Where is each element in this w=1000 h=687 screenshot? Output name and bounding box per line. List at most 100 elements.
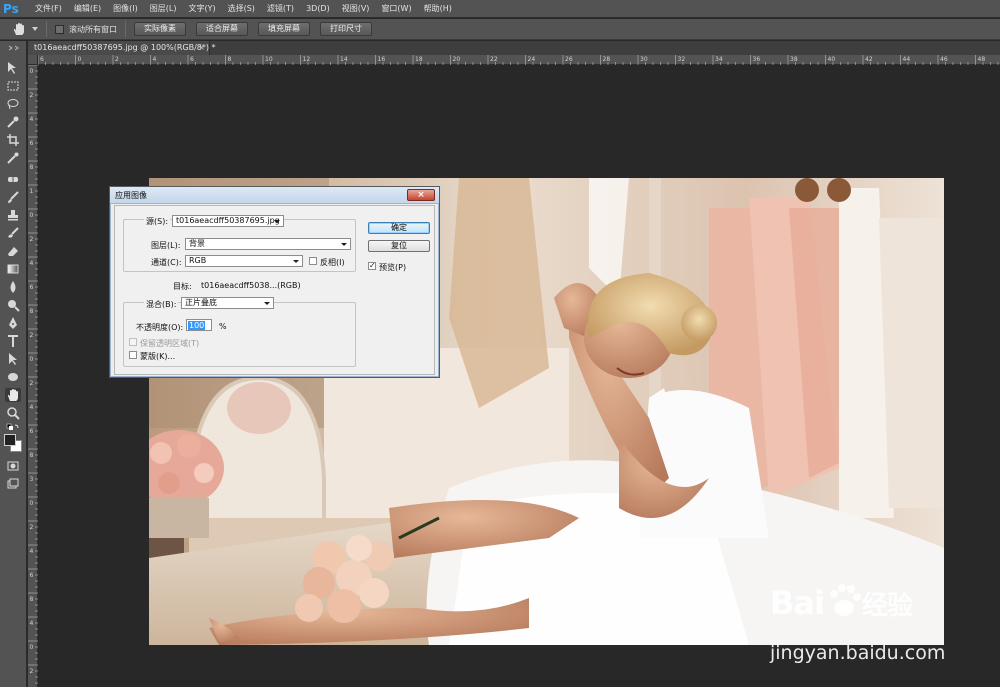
ruler-horizontal[interactable]: 6 0 2 4 6 8 10 12 14 16 18 20 22 24 26 28 30 32 34 36 38 40 42… bbox=[38, 55, 1000, 65]
menu-view[interactable]: 视图(V) bbox=[336, 0, 376, 18]
preview-checkbox[interactable] bbox=[368, 261, 376, 270]
blending-dropdown[interactable]: 正片叠底 bbox=[181, 297, 274, 309]
quick-selection-tool-icon[interactable] bbox=[5, 115, 21, 129]
chevron-down-icon bbox=[274, 220, 280, 223]
healing-brush-tool-icon[interactable] bbox=[5, 172, 21, 186]
source-value: t016aeacdff50387695.jpg bbox=[176, 216, 280, 225]
menu-3d[interactable]: 3D(D) bbox=[300, 0, 336, 18]
toolbox bbox=[0, 41, 27, 687]
screen-mode-icon[interactable] bbox=[5, 477, 21, 491]
menu-type[interactable]: 文字(Y) bbox=[182, 0, 221, 18]
brush-tool-icon[interactable] bbox=[5, 190, 21, 204]
menu-filter[interactable]: 滤镜(T) bbox=[261, 0, 300, 18]
photoshop-logo: Ps bbox=[3, 1, 19, 16]
ruler-tick-label: 2 bbox=[115, 56, 119, 63]
color-swatches[interactable] bbox=[3, 433, 23, 453]
blur-tool-icon[interactable] bbox=[5, 280, 21, 294]
history-brush-tool-icon[interactable] bbox=[5, 226, 21, 240]
ruler-tick-label: 42 bbox=[865, 56, 873, 63]
ruler-tick-label: 8 bbox=[30, 308, 34, 315]
dodge-tool-icon[interactable] bbox=[5, 298, 21, 312]
target-value: t016aeacdff5038...(RGB) bbox=[201, 281, 301, 290]
menu-help[interactable]: 帮助(H) bbox=[418, 0, 458, 18]
gradient-tool-icon[interactable] bbox=[5, 262, 21, 276]
menu-window[interactable]: 窗口(W) bbox=[375, 0, 417, 18]
ruler-tick-label: 38 bbox=[790, 56, 798, 63]
ruler-tick-label: 30 bbox=[640, 56, 648, 63]
ruler-tick-label: 2 bbox=[30, 380, 34, 387]
menu-file[interactable]: 文件(F) bbox=[29, 0, 68, 18]
ruler-horizontal-ticks: 6 0 2 4 6 8 10 12 14 16 18 20 22 24 26 28 30 32 34 36 38 40 42… bbox=[38, 55, 999, 65]
svg-text:Bai: Bai bbox=[770, 584, 824, 622]
crop-tool-icon[interactable] bbox=[5, 133, 21, 147]
ruler-tick-label: 6 bbox=[40, 56, 44, 63]
ruler-tick-label: 20 bbox=[453, 56, 461, 63]
ruler-origin[interactable] bbox=[28, 55, 38, 65]
dialog-titlebar[interactable]: 应用图像 × bbox=[110, 187, 439, 204]
opacity-label: 不透明度(O): bbox=[136, 323, 184, 332]
menu-image[interactable]: 图像(I) bbox=[107, 0, 144, 18]
move-tool-icon[interactable] bbox=[5, 61, 21, 75]
lasso-tool-icon[interactable] bbox=[5, 97, 21, 111]
ok-button[interactable]: 确定 bbox=[368, 222, 430, 234]
ruler-tick-label: 36 bbox=[753, 56, 761, 63]
channel-value: RGB bbox=[189, 256, 207, 265]
close-icon[interactable]: × bbox=[198, 41, 205, 55]
eyedropper-tool-icon[interactable] bbox=[5, 151, 21, 165]
checkbox-box[interactable] bbox=[55, 24, 64, 34]
foreground-color-swatch[interactable] bbox=[4, 434, 16, 446]
ruler-tick-label: 26 bbox=[565, 56, 573, 63]
watermark-url: jingyan.baidu.com bbox=[770, 642, 946, 664]
ruler-tick-label: 4 bbox=[30, 116, 34, 123]
ruler-tick-label: 4 bbox=[30, 620, 34, 627]
ruler-tick-label: 2 bbox=[30, 668, 34, 675]
clone-stamp-tool-icon[interactable] bbox=[5, 208, 21, 222]
ruler-tick-label: 6 bbox=[30, 572, 34, 579]
ruler-vertical[interactable]: 02468102468202468302468402 bbox=[28, 65, 38, 687]
preserve-transparency-checkbox[interactable] bbox=[129, 338, 137, 346]
ruler-tick-label: 4 bbox=[30, 260, 34, 267]
ruler-tick-label: 2 bbox=[30, 332, 34, 339]
layer-dropdown[interactable]: 背景 bbox=[185, 238, 351, 250]
reset-button[interactable]: 复位 bbox=[368, 240, 430, 252]
ellipse-tool-icon[interactable] bbox=[5, 370, 21, 384]
menu-bar: Ps 文件(F) 编辑(E) 图像(I) 图层(L) 文字(Y) 选择(S) 滤… bbox=[0, 0, 1000, 18]
menu-select[interactable]: 选择(S) bbox=[222, 0, 261, 18]
pen-tool-icon[interactable] bbox=[5, 316, 21, 330]
scroll-all-windows-checkbox[interactable]: 滚动所有窗口 bbox=[55, 24, 117, 35]
document-tab[interactable]: t016aeacdff50387695.jpg @ 100%(RGB/8*) *… bbox=[28, 41, 216, 55]
marquee-tool-icon[interactable] bbox=[5, 79, 21, 93]
actual-pixels-button[interactable]: 实际像素 bbox=[134, 22, 186, 36]
divider bbox=[125, 21, 126, 37]
source-dropdown[interactable]: t016aeacdff50387695.jpg bbox=[172, 215, 284, 227]
print-size-button[interactable]: 打印尺寸 bbox=[320, 22, 372, 36]
eraser-tool-icon[interactable] bbox=[5, 244, 21, 258]
ruler-tick-label: 6 bbox=[30, 428, 34, 435]
chevron-down-icon[interactable] bbox=[32, 27, 38, 31]
mask-checkbox[interactable] bbox=[129, 351, 137, 359]
type-tool-icon[interactable] bbox=[5, 334, 21, 348]
quick-mask-icon[interactable] bbox=[5, 459, 21, 473]
ruler-tick-label: 46 bbox=[940, 56, 948, 63]
menu-edit[interactable]: 编辑(E) bbox=[68, 0, 107, 18]
fit-screen-button[interactable]: 适合屏幕 bbox=[196, 22, 248, 36]
channel-label: 通道(C): bbox=[151, 258, 182, 267]
ruler-tick-label: 2 bbox=[30, 236, 34, 243]
path-selection-tool-icon[interactable] bbox=[5, 352, 21, 366]
hand-tool-icon[interactable] bbox=[5, 388, 21, 402]
apply-image-dialog: 应用图像 × 源(S): t016aeacdff50387695.jpg 图层(… bbox=[109, 186, 440, 378]
menu-layer[interactable]: 图层(L) bbox=[144, 0, 183, 18]
opacity-input[interactable]: 100 bbox=[186, 319, 212, 331]
toolbox-grip-icon[interactable] bbox=[0, 43, 27, 53]
blending-value: 正片叠底 bbox=[185, 298, 217, 307]
ruler-tick-label: 32 bbox=[678, 56, 686, 63]
ruler-tick-label: 12 bbox=[303, 56, 311, 63]
fill-screen-button[interactable]: 填充屏幕 bbox=[258, 22, 310, 36]
zoom-tool-icon[interactable] bbox=[5, 406, 21, 420]
invert-checkbox[interactable] bbox=[309, 257, 317, 265]
hand-tool-preset-icon[interactable] bbox=[10, 20, 28, 38]
baidu-logo: Bai 经验 bbox=[770, 580, 950, 632]
ruler-tick-label: 0 bbox=[30, 212, 34, 219]
channel-dropdown[interactable]: RGB bbox=[185, 255, 303, 267]
close-button[interactable]: × bbox=[407, 189, 435, 201]
